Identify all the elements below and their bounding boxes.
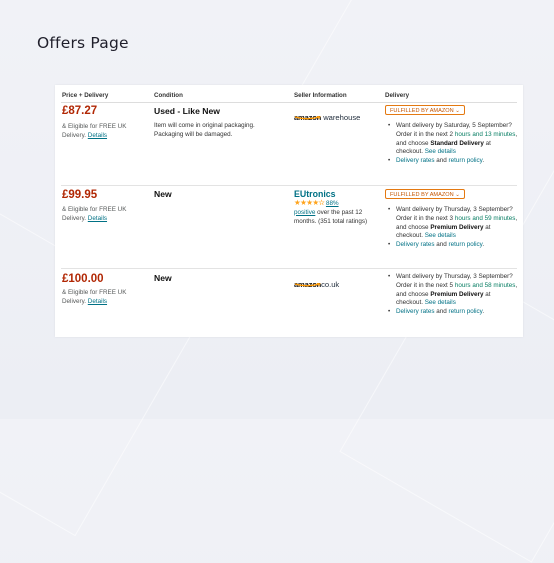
delivery-estimate: • Want delivery by Thursday, 3 September…	[388, 273, 518, 307]
condition-label: New	[154, 189, 172, 199]
header-divider	[61, 102, 517, 103]
free-delivery-text: & Eligible for FREE UK Delivery. Details	[62, 289, 127, 305]
rating-percent-link[interactable]: 88%	[326, 200, 339, 207]
return-policy-link[interactable]: return policy	[449, 241, 483, 248]
delivery-info: • Want delivery by Thursday, 3 September…	[387, 273, 519, 317]
details-link[interactable]: Details	[88, 132, 107, 139]
delivery-info: • Want delivery by Saturday, 5 September…	[387, 122, 519, 166]
header-seller-information: Seller Information	[294, 92, 347, 99]
delivery-rates-item: • Delivery rates and return policy.	[388, 157, 485, 165]
see-details-link[interactable]: See details	[425, 232, 456, 239]
page-title: Offers Page	[37, 34, 129, 52]
seller-logo-amazon-co-uk[interactable]: amazonco.uk	[294, 274, 339, 292]
amazon-smile-logo	[294, 283, 321, 287]
delivery-info: • Want delivery by Thursday, 3 September…	[387, 206, 519, 250]
seller-logo-amazon-warehouse[interactable]: amazon warehouse	[294, 107, 360, 125]
row-divider	[61, 268, 517, 269]
row-divider	[61, 185, 517, 186]
details-link[interactable]: Details	[88, 215, 107, 222]
header-delivery: Delivery	[385, 92, 410, 99]
details-link[interactable]: Details	[88, 298, 107, 305]
offer-row: £87.27 & Eligible for FREE UK Delivery. …	[55, 105, 523, 183]
offers-table: Price + Delivery Condition Seller Inform…	[55, 85, 523, 337]
chevron-down-icon: ⌄	[455, 108, 460, 114]
delivery-rates-item: • Delivery rates and return policy.	[388, 308, 485, 316]
chevron-down-icon: ⌄	[455, 192, 460, 198]
delivery-estimate: • Want delivery by Thursday, 3 September…	[388, 206, 518, 240]
fulfilled-badge-label: FULFILLED BY AMAZON	[390, 108, 454, 114]
bullet-icon: •	[388, 241, 391, 249]
return-policy-link[interactable]: return policy	[449, 157, 483, 164]
seller-logo-part: co.uk	[321, 280, 340, 289]
delivery-rates-link[interactable]: Delivery rates	[396, 157, 435, 164]
fulfilled-by-amazon-dropdown[interactable]: FULFILLED BY AMAZON ⌄	[385, 189, 465, 199]
amazon-smile-logo	[294, 116, 321, 120]
offer-price: £99.95	[62, 189, 98, 201]
offer-row: £99.95 & Eligible for FREE UK Delivery. …	[55, 189, 523, 267]
seller-rating: ★★★★✫ 88% positive over the past 12 mont…	[294, 198, 368, 225]
positive-link[interactable]: positive	[294, 209, 315, 216]
condition-label: Used - Like New	[154, 106, 220, 116]
offer-price: £100.00	[62, 273, 104, 285]
bullet-icon: •	[388, 206, 391, 213]
bullet-icon: •	[388, 308, 391, 316]
offer-row: £100.00 & Eligible for FREE UK Delivery.…	[55, 273, 523, 335]
return-policy-link[interactable]: return policy	[449, 308, 483, 315]
seller-info-eutronics: EUtronics ★★★★✫ 88% positive over the pa…	[294, 189, 376, 226]
bullet-icon: •	[388, 122, 391, 129]
see-details-link[interactable]: See details	[425, 299, 456, 306]
see-details-link[interactable]: See details	[425, 148, 456, 155]
header-price-delivery: Price + Delivery	[62, 92, 109, 99]
fulfilled-badge-label: FULFILLED BY AMAZON	[390, 192, 454, 198]
delivery-rates-link[interactable]: Delivery rates	[396, 308, 435, 315]
delivery-rates-item: • Delivery rates and return policy.	[388, 241, 485, 249]
condition-note: Item will come in original packaging. Pa…	[154, 122, 255, 138]
condition-label: New	[154, 273, 172, 283]
bullet-icon: •	[388, 157, 391, 165]
free-delivery-text: & Eligible for FREE UK Delivery. Details	[62, 123, 127, 139]
seller-logo-part: warehouse	[321, 113, 361, 122]
fulfilled-by-amazon-dropdown[interactable]: FULFILLED BY AMAZON ⌄	[385, 105, 465, 115]
header-condition: Condition	[154, 92, 183, 99]
offer-price: £87.27	[62, 105, 98, 117]
bullet-icon: •	[388, 273, 391, 280]
star-rating-icon: ★★★★✫	[294, 198, 325, 207]
free-delivery-text: & Eligible for FREE UK Delivery. Details	[62, 206, 127, 222]
delivery-rates-link[interactable]: Delivery rates	[396, 241, 435, 248]
delivery-estimate: • Want delivery by Saturday, 5 September…	[388, 122, 518, 156]
